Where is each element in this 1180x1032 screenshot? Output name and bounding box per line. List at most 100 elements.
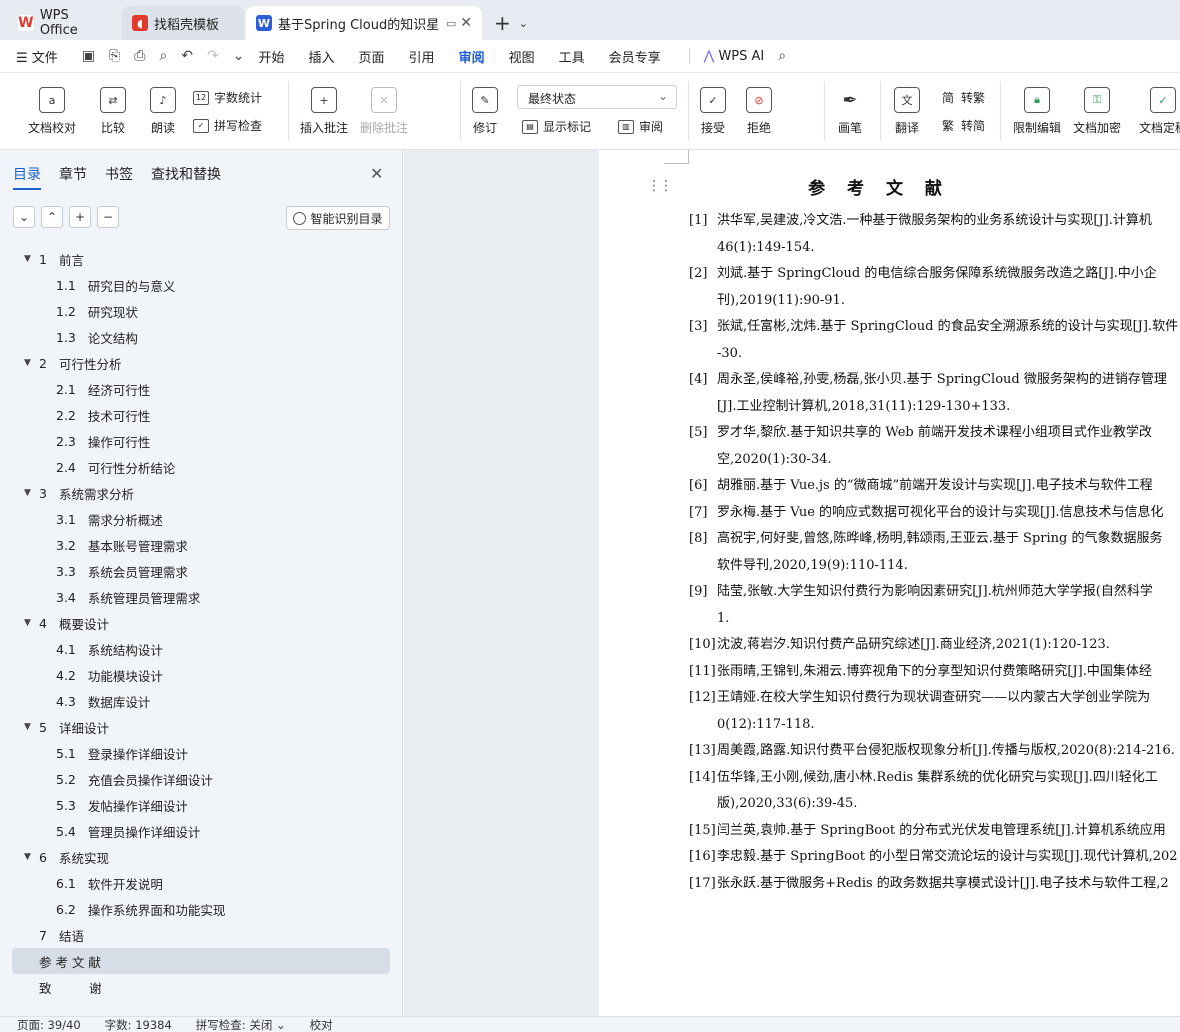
menu-start[interactable]: 开始 [259,47,285,66]
nav-tab-bookmarks[interactable]: 书签 [105,164,133,184]
insert-comment-button[interactable]: + 插入批注 [300,87,348,136]
close-panel-icon[interactable]: ✕ [370,164,383,183]
status-bar: 页面: 39/40 字数: 19384 拼写检查: 关闭 ⌄ 校对 [0,1016,1180,1032]
tab-docer[interactable]: ◖ 找稻壳模板 [122,6,244,40]
toc-item[interactable]: 5.2 充值会员操作详细设计 [12,766,390,792]
file-menu[interactable]: ☰ 文件 [16,47,58,66]
menu-review[interactable]: 审阅 [458,47,485,74]
toc-item[interactable]: 1.2 研究现状 [12,298,390,324]
toc-item[interactable]: 2.3 操作可行性 [12,428,390,454]
toc-item[interactable]: 1.3 论文结构 [12,324,390,350]
reject-button[interactable]: ⊘ 拒绝 [746,87,772,136]
collapse-arrow-icon[interactable]: ▼ [24,722,39,732]
menu-member[interactable]: 会员专享 [609,47,661,66]
menu-insert[interactable]: 插入 [309,47,335,66]
finalize-button[interactable]: ✓ 文档定稿 [1133,87,1180,136]
read-aloud-button[interactable]: ♪ 朗读 [150,87,176,136]
toc-item-number: 3.4 [56,589,76,605]
translate-button[interactable]: 文 翻译 [894,87,920,136]
toc-item[interactable]: 7 结语 [12,922,390,948]
toc-item[interactable]: 5.3 发帖操作详细设计 [12,792,390,818]
toc-item[interactable]: 6.1 软件开发说明 [12,870,390,896]
collapse-arrow-icon[interactable]: ▼ [24,852,39,862]
drag-handle-icon[interactable]: ⋮⋮ [647,178,673,194]
toc-item[interactable]: 1.1 研究目的与意义 [12,272,390,298]
add-heading-button[interactable]: + [69,206,91,228]
toc-item[interactable]: ▼ 6 系统实现 [12,844,390,870]
toc-item[interactable]: 5.4 管理员操作详细设计 [12,818,390,844]
show-markup-button[interactable]: ▤ 显示标记 [522,118,591,135]
wps-ai-button[interactable]: ⋀ WPS AI [704,49,765,64]
document-page[interactable]: ⋮⋮ 参 考 文 献 [1] 洪华军,吴建波,冷文浩.一种基于微服务架构的业务系统… [599,150,1180,1016]
collapse-up-button[interactable]: ⌃ [41,206,63,228]
close-tab-icon[interactable]: ✕ [460,15,472,31]
collapse-arrow-icon[interactable]: ▼ [24,488,39,498]
review-pane-button[interactable]: ▥ 审阅 [618,118,663,135]
toc-item[interactable]: 4.1 系统结构设计 [12,636,390,662]
collapse-arrow-icon[interactable]: ▼ [24,358,39,368]
spell-check-button[interactable]: ✓ 拼写检查 [193,117,262,134]
to-traditional-button[interactable]: 简 转繁 [940,89,985,106]
toc-item[interactable]: 2.4 可行性分析结论 [12,454,390,480]
toc-item[interactable]: 6.2 操作系统界面和功能实现 [12,896,390,922]
accept-button[interactable]: ✓ 接受 [700,87,726,136]
toc-item[interactable]: 2.1 经济可行性 [12,376,390,402]
new-tab-button[interactable]: + ⌄ [494,6,528,40]
menu-reference[interactable]: 引用 [409,47,435,66]
markup-status-select[interactable]: 最终状态 ⌄ [517,85,677,109]
expand-down-button[interactable]: ⌄ [13,206,35,228]
document-area: ⋮⋮ 参 考 文 献 [1] 洪华军,吴建波,冷文浩.一种基于微服务架构的业务系统… [404,150,1180,1016]
track-changes-button[interactable]: ✎ 修订 [472,87,498,136]
toc-item[interactable]: ▼ 5 详细设计 [12,714,390,740]
toc-item[interactable]: 4.3 数据库设计 [12,688,390,714]
print-icon[interactable]: ⎙ [134,48,145,64]
more-icon[interactable]: ⌄ [233,48,245,64]
compare-button[interactable]: ⇄ 比较 [100,87,126,136]
spell-check-status[interactable]: 拼写检查: 关闭 ⌄ [196,1017,286,1032]
toc-item[interactable]: 4.2 功能模块设计 [12,662,390,688]
doc-check-button[interactable]: a 文档校对 [28,87,76,136]
pen-button[interactable]: ✒ 画笔 [837,87,863,136]
menu-tools[interactable]: 工具 [559,47,585,66]
word-count-button[interactable]: 12 字数统计 [193,89,262,106]
page-indicator[interactable]: 页面: 39/40 [17,1017,81,1032]
delete-comment-button[interactable]: ✕ 删除批注 [360,87,408,136]
menu-page[interactable]: 页面 [359,47,385,66]
redo-icon[interactable]: ↷ [207,48,219,64]
nav-tab-find-replace[interactable]: 查找和替换 [151,164,221,184]
toc-item[interactable]: 3.2 基本账号管理需求 [12,532,390,558]
smart-toc-button[interactable]: 智能识别目录 [286,206,390,230]
menu-view[interactable]: 视图 [509,47,535,66]
proofread-status[interactable]: 校对 [310,1017,333,1032]
nav-tab-toc[interactable]: 目录 [13,164,41,190]
restrict-edit-button[interactable]: 🔒︎ 限制编辑 [1013,87,1061,136]
collapse-arrow-icon[interactable]: ▼ [24,254,39,264]
to-simplified-button[interactable]: 繁 转简 [940,117,985,134]
toc-item-number: 7 [39,927,47,943]
tab-wps-office[interactable]: W WPS Office [8,6,120,40]
search-icon[interactable]: ⌕ [778,48,786,64]
remove-heading-button[interactable]: − [97,206,119,228]
toc-item[interactable]: ▼ 2 可行性分析 [12,350,390,376]
toc-item[interactable]: 3.4 系统管理员管理需求 [12,584,390,610]
toc-item[interactable]: ▼ 3 系统需求分析 [12,480,390,506]
tab-document[interactable]: W 基于Spring Cloud的知识星球 ▭ ✕ [246,6,482,40]
toc-item[interactable]: 2.2 技术可行性 [12,402,390,428]
word-count-indicator[interactable]: 字数: 19384 [105,1017,172,1032]
toc-item[interactable]: 参 考 文 献 [12,948,390,974]
undo-icon[interactable]: ↶ [181,48,193,64]
chevron-down-icon[interactable]: ⌄ [519,17,528,30]
encrypt-button[interactable]: ⚿ 文档加密 [1073,87,1121,136]
export-icon[interactable]: ⎘ [109,48,120,64]
toc-item[interactable]: ▼ 1 前言 [12,246,390,272]
collapse-arrow-icon[interactable]: ▼ [24,618,39,628]
toc-item[interactable]: 致 谢 [12,974,390,1000]
toc-item[interactable]: 3.1 需求分析概述 [12,506,390,532]
toc-item[interactable]: 5.1 登录操作详细设计 [12,740,390,766]
save-icon[interactable]: ▣ [82,48,95,64]
nav-tab-sections[interactable]: 章节 [59,164,87,184]
toc-item[interactable]: ▼ 4 概要设计 [12,610,390,636]
toc-item[interactable]: 3.3 系统会员管理需求 [12,558,390,584]
print-preview-icon[interactable]: ⌕ [159,48,167,64]
monitor-icon[interactable]: ▭ [446,17,456,30]
